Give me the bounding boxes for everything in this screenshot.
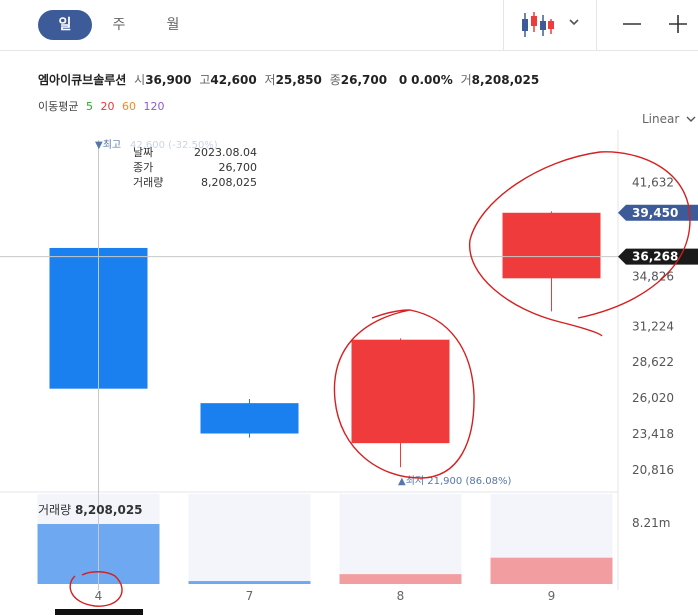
volume-slot-bg [188, 494, 311, 584]
tooltip-row-date: 날짜 2023.08.04 [133, 145, 257, 160]
volume-bar [339, 574, 462, 584]
tooltip-row-close: 종가 26,700 [133, 160, 257, 175]
volume-bar [490, 557, 613, 584]
tooltip-key: 종가 [133, 161, 154, 174]
volume-panel-value: 8,208,025 [74, 503, 143, 517]
low-marker: ▲최저 21,900 (86.08%) [398, 475, 511, 487]
current-price-badge-text: 36,268 [632, 250, 678, 264]
volume-axis-label: 8.21m [632, 516, 670, 530]
tooltip-key: 거래량 [133, 176, 164, 189]
price-chart[interactable]: 41,632 34,826 31,224 28,622 26,020 23,418 20,8… [0, 0, 698, 615]
y-tick-label: 26,020 [632, 391, 674, 405]
y-tick-label: 20,816 [632, 463, 674, 477]
x-tick-label: 8 [397, 589, 405, 603]
y-tick-label: 34,826 [632, 270, 674, 284]
tooltip-value: 2023.08.04 [194, 146, 257, 159]
scroll-indicator[interactable] [55, 609, 143, 615]
tooltip-row-volume: 거래량 8,208,025 [133, 175, 257, 190]
tooltip-value: 26,700 [218, 161, 258, 174]
y-tick-label: 41,632 [632, 176, 674, 190]
tooltip-value: 8,208,025 [201, 176, 257, 189]
volume-slot-bg [339, 494, 462, 584]
x-tick-label: 7 [246, 589, 254, 603]
candle-body [502, 212, 601, 279]
y-tick-label: 28,622 [632, 355, 674, 369]
candle-body [351, 339, 450, 444]
x-tick-label: 9 [548, 589, 556, 603]
y-tick-label: 31,224 [632, 319, 674, 333]
upper-price-badge-text: 39,450 [632, 206, 678, 220]
candles [49, 169, 601, 468]
crosshair-tooltip: 날짜 2023.08.04 종가 26,700 거래량 8,208,025 [133, 145, 257, 190]
volume-panel-label: 거래량 8,208,025 [38, 503, 143, 517]
volume-bar [188, 581, 311, 584]
candle-body [200, 403, 299, 434]
high-marker: ▼최고 [95, 139, 121, 151]
x-tick-label: 4 [95, 589, 103, 603]
tooltip-key: 날짜 [133, 146, 154, 159]
y-tick-label: 23,418 [632, 427, 674, 441]
